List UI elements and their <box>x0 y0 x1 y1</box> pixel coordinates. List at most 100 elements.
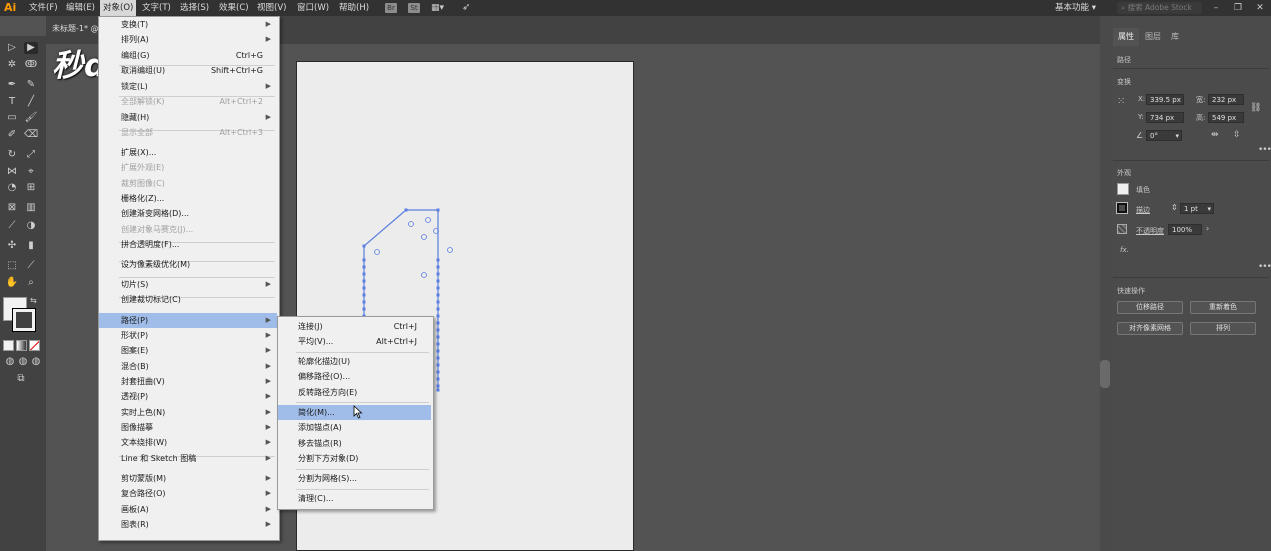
anchor-point[interactable] <box>362 244 366 248</box>
submenu-item-clean-up[interactable]: 清理(C)... <box>278 491 431 506</box>
stroke-swatch[interactable] <box>12 308 36 332</box>
menu-item-artboards[interactable]: 画板(A) ▶ <box>99 502 277 517</box>
stroke-label[interactable]: 描边 <box>1136 205 1150 215</box>
anchor-point[interactable] <box>436 363 440 367</box>
menu-item-line-and-sketch-art[interactable]: Line 和 Sketch 图稿 ▶ <box>99 451 277 466</box>
zoom-tool-icon[interactable]: ⌕ <box>24 277 38 289</box>
submenu-item-split-into-grid[interactable]: 分割为网格(S)... <box>278 471 431 486</box>
submenu-item-divide-objects-below[interactable]: 分割下方对象(D) <box>278 451 431 466</box>
menu-effect[interactable]: 效果(C) <box>216 0 252 16</box>
stroke-stepper-icon[interactable]: ⇕ <box>1171 203 1178 212</box>
selection-tool-icon[interactable]: ▷ <box>5 42 19 54</box>
eraser-icon[interactable]: ⌫ <box>24 129 38 141</box>
menu-item-arrange[interactable]: 排列(A) ▶ <box>99 32 277 47</box>
arrange-documents-icon[interactable]: ▦▾ <box>431 3 451 13</box>
menu-item-compound-path[interactable]: 复合路径(O) ▶ <box>99 486 277 501</box>
anchor-point[interactable] <box>362 286 366 290</box>
mesh-tool-icon[interactable]: ⊠ <box>5 202 19 214</box>
menu-item-graph[interactable]: 图表(R) ▶ <box>99 517 277 532</box>
anchor-point[interactable] <box>436 208 440 212</box>
fill-color-swatch[interactable] <box>1117 183 1129 195</box>
eyedropper-icon[interactable]: ⟋ <box>5 220 19 232</box>
anchor-point[interactable] <box>436 335 440 339</box>
opacity-label[interactable]: 不透明度 <box>1136 226 1164 236</box>
draw-inside-icon[interactable]: ◍ <box>29 356 43 368</box>
anchor-point[interactable] <box>436 349 440 353</box>
magic-wand-icon[interactable]: ✲ <box>5 59 19 71</box>
menu-item-create-object-mosaic[interactable]: 创建对象马赛克(J)... <box>99 222 277 237</box>
shape-builder-icon[interactable]: ◔ <box>5 182 19 194</box>
menu-window[interactable]: 窗口(W) <box>294 0 332 16</box>
menu-object[interactable]: 对象(O) <box>100 0 137 16</box>
symbol-sprayer-icon[interactable]: ✣ <box>5 240 19 252</box>
height-field[interactable]: 549 px <box>1208 112 1244 123</box>
workspace-switcher[interactable]: 基本功能 ▾ <box>1055 0 1096 16</box>
scrollbar-thumb[interactable] <box>1100 360 1110 388</box>
menu-item-create-trim-marks[interactable]: 创建裁切标记(C) <box>99 292 277 307</box>
anchor-point[interactable] <box>362 265 366 269</box>
scale-tool-icon[interactable]: ⤢ <box>24 149 38 161</box>
menu-edit[interactable]: 编辑(E) <box>63 0 98 16</box>
anchor-point[interactable] <box>436 377 440 381</box>
chevron-right-icon[interactable]: › <box>1206 224 1209 233</box>
anchor-point[interactable] <box>362 307 366 311</box>
screen-mode-icon[interactable]: ⧉ <box>14 373 28 385</box>
anchor-point[interactable] <box>362 272 366 276</box>
anchor-point[interactable] <box>436 272 440 276</box>
menu-item-create-gradient-mesh[interactable]: 创建渐变网格(D)... <box>99 206 277 221</box>
menu-item-expand[interactable]: 扩展(X)... <box>99 145 277 160</box>
more-options-icon[interactable]: ••• <box>1258 145 1271 155</box>
graph-tool-icon[interactable]: ▮ <box>24 240 38 252</box>
gradient-mode-icon[interactable] <box>16 340 27 351</box>
menu-item-rasterize[interactable]: 栅格化(Z)... <box>99 191 277 206</box>
submenu-item-join[interactable]: 连接(J) Ctrl+J <box>278 319 431 334</box>
draw-behind-icon[interactable]: ◍ <box>16 356 30 368</box>
menu-item-transform[interactable]: 变换(T) ▶ <box>99 17 277 32</box>
menu-item-shape[interactable]: 形状(P) ▶ <box>99 328 277 343</box>
perspective-grid-icon[interactable]: ⊞ <box>24 182 38 194</box>
gradient-tool-icon[interactable]: ▥ <box>24 202 38 214</box>
paintbrush-icon[interactable]: 🖌 <box>24 112 38 124</box>
flip-vertical-icon[interactable]: ⇳ <box>1233 130 1241 140</box>
artboard-tool-icon[interactable]: ⬚ <box>5 260 19 272</box>
submenu-item-add-anchor-points[interactable]: 添加锚点(A) <box>278 420 431 435</box>
anchor-point[interactable] <box>404 208 408 212</box>
align-pixel-grid-button[interactable]: 对齐像素网格 <box>1117 322 1183 335</box>
free-transform-icon[interactable]: ⌖ <box>24 166 38 178</box>
rotate-tool-icon[interactable]: ↻ <box>5 149 19 161</box>
x-field[interactable]: 339.5 px <box>1146 94 1184 105</box>
bridge-button[interactable]: Br <box>385 3 397 13</box>
anchor-point[interactable] <box>362 293 366 297</box>
tab-properties[interactable]: 属性 <box>1113 28 1139 46</box>
pen-tool-icon[interactable]: ✒ <box>5 79 19 91</box>
lasso-icon[interactable]: ↂ <box>24 59 38 71</box>
more-options-icon[interactable]: ••• <box>1258 262 1271 272</box>
anchor-point[interactable] <box>436 279 440 283</box>
stock-search-input[interactable]: ⌕ 搜索 Adobe Stock <box>1117 2 1202 14</box>
curvature-tool-icon[interactable]: ✎ <box>24 79 38 91</box>
anchor-point[interactable] <box>362 258 366 262</box>
vertical-scrollbar[interactable] <box>1100 16 1110 551</box>
anchor-point[interactable] <box>436 314 440 318</box>
close-icon[interactable]: ✕ <box>1250 0 1270 16</box>
link-proportions-icon[interactable]: ⛓ <box>1250 103 1261 113</box>
line-tool-icon[interactable]: ╱ <box>24 96 38 108</box>
menu-item-perspective[interactable]: 透视(P) ▶ <box>99 389 277 404</box>
anchor-point[interactable] <box>436 384 440 388</box>
anchor-point[interactable] <box>436 307 440 311</box>
menu-item-blend[interactable]: 混合(B) ▶ <box>99 359 277 374</box>
submenu-item-remove-anchor-points[interactable]: 移去锚点(R) <box>278 436 431 451</box>
anchor-point[interactable] <box>436 293 440 297</box>
anchor-point[interactable] <box>362 300 366 304</box>
anchor-point[interactable] <box>436 328 440 332</box>
submenu-item-average[interactable]: 平均(V)... Alt+Ctrl+J <box>278 334 431 349</box>
recolor-button[interactable]: 重新着色 <box>1190 301 1256 314</box>
flip-horizontal-icon[interactable]: ⇹ <box>1211 130 1219 140</box>
anchor-point[interactable] <box>436 370 440 374</box>
anchor-point[interactable] <box>436 286 440 290</box>
menu-item-ungroup[interactable]: 取消编组(U) Shift+Ctrl+G <box>99 63 277 78</box>
submenu-item-outline-stroke[interactable]: 轮廓化描边(U) <box>278 354 431 369</box>
menu-item-show-all[interactable]: 显示全部 Alt+Ctrl+3 <box>99 125 277 140</box>
anchor-point[interactable] <box>436 258 440 262</box>
color-mode-icon[interactable] <box>3 340 14 351</box>
